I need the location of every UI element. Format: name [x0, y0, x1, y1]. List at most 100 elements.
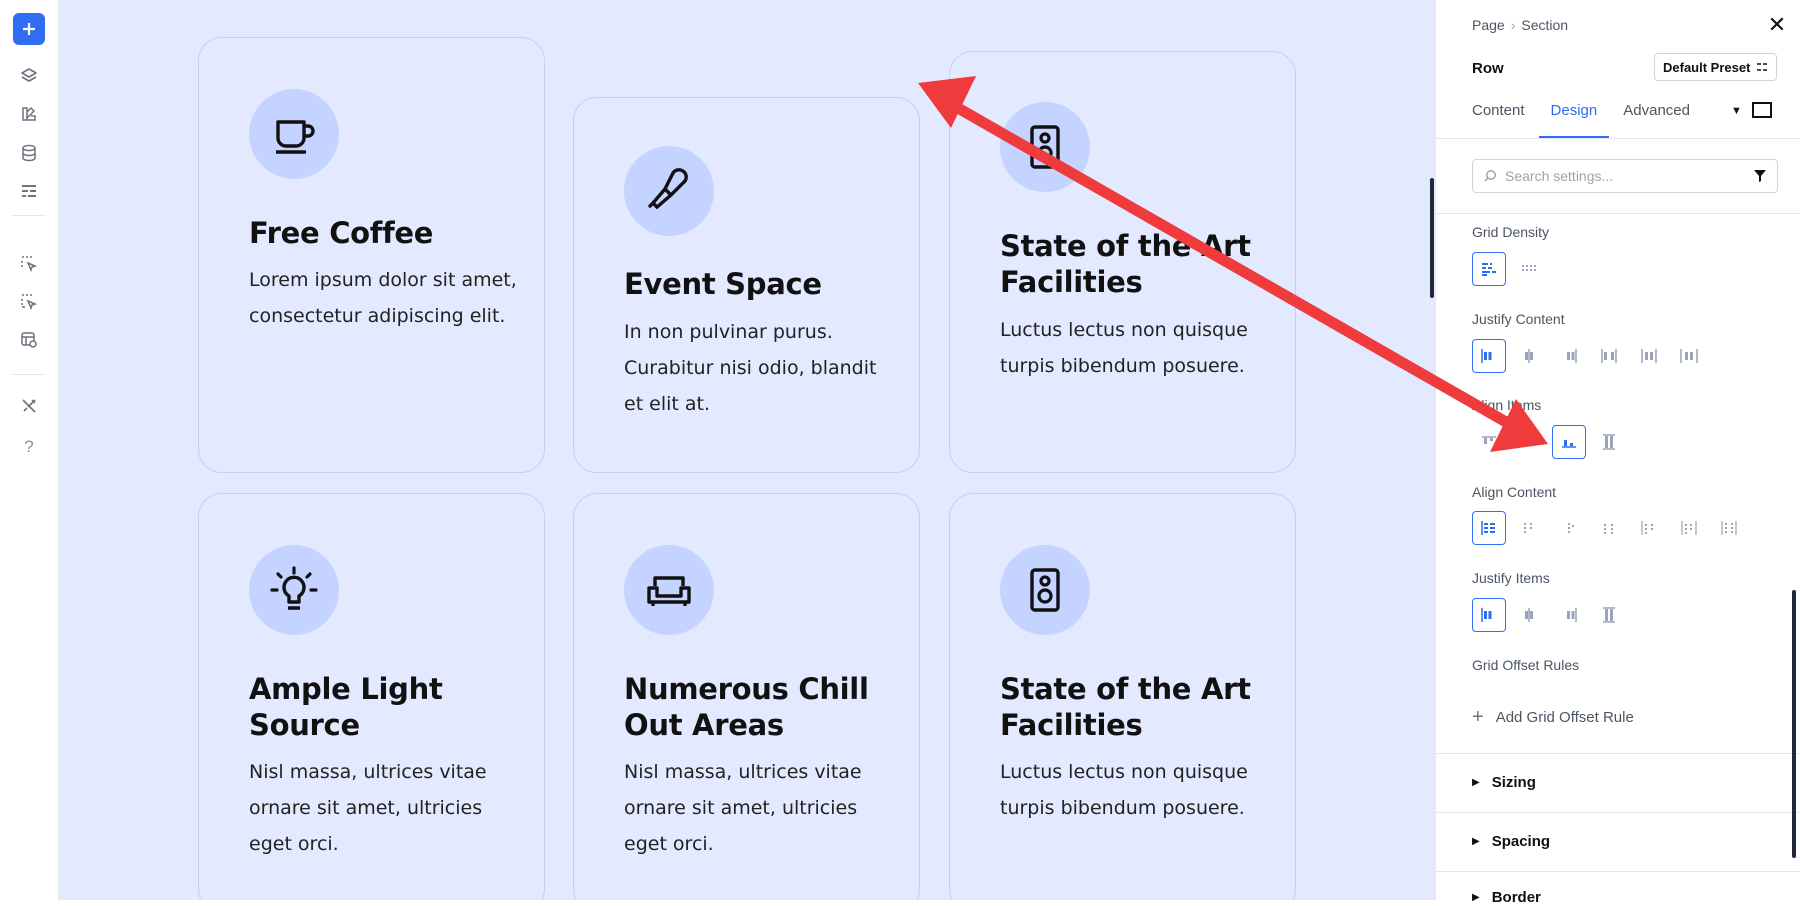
feature-card[interactable]: Numerous Chill Out Areas Nisl massa, ult… [573, 493, 920, 900]
align-items-option[interactable] [1472, 425, 1506, 459]
divider [1436, 871, 1800, 872]
justify-content-option[interactable] [1592, 339, 1626, 373]
card-icon-circle [624, 545, 714, 635]
justify-around-icon [1641, 349, 1657, 363]
section-label: Sizing [1491, 774, 1536, 791]
align-start-icon [1482, 436, 1496, 444]
divider [1436, 213, 1800, 214]
density-compact-icon [1482, 263, 1496, 276]
tab-content[interactable]: Content [1472, 100, 1525, 138]
section-toggle-sizing[interactable]: ▶ Sizing [1472, 774, 1536, 791]
add-button[interactable] [13, 13, 45, 45]
section-toggle-border[interactable]: ▶ Border [1472, 889, 1541, 906]
grid-density-options [1472, 252, 1546, 286]
tools-button[interactable] [13, 390, 45, 422]
add-grid-offset-rule-label: Add Grid Offset Rule [1495, 709, 1634, 726]
align-content-option[interactable] [1472, 511, 1506, 545]
add-grid-offset-rule-button[interactable]: + Add Grid Offset Rule [1472, 706, 1634, 729]
justify-content-option[interactable] [1672, 339, 1706, 373]
section-toggle-spacing[interactable]: ▶ Spacing [1472, 833, 1550, 850]
justify-items-start-icon [1481, 608, 1492, 622]
justify-content-option[interactable] [1512, 339, 1546, 373]
align-content-option[interactable] [1592, 511, 1626, 545]
align-content-option[interactable] [1672, 511, 1706, 545]
tools-icon [22, 399, 36, 413]
align-items-option[interactable] [1592, 425, 1626, 459]
align-content-label: Align Content [1472, 484, 1557, 500]
justify-items-stretch-icon [1603, 607, 1615, 623]
database-button[interactable] [13, 137, 45, 169]
divider [1436, 753, 1800, 754]
tab-dropdown-icon[interactable]: ▼ [1731, 105, 1742, 117]
tab-design[interactable]: Design [1538, 100, 1609, 138]
justify-items-center-icon [1525, 608, 1533, 622]
divider [1436, 138, 1800, 139]
help-button[interactable]: ? [13, 431, 45, 463]
card-body: Nisl massa, ultrices vitae ornare sit am… [624, 761, 862, 855]
align-items-options [1472, 425, 1626, 459]
card-title: Ample Light Source [249, 672, 443, 742]
preview-icon [21, 332, 37, 348]
preview-button[interactable] [13, 324, 45, 356]
justify-content-option[interactable] [1472, 339, 1506, 373]
align-content-options [1472, 511, 1746, 545]
justify-items-option[interactable] [1472, 598, 1506, 632]
caret-right-icon: ▶ [1472, 836, 1480, 847]
justify-items-option[interactable] [1512, 598, 1546, 632]
search-input[interactable] [1503, 167, 1747, 185]
help-icon: ? [24, 437, 34, 456]
grid-density-label: Grid Density [1472, 224, 1550, 240]
database-icon [22, 144, 36, 162]
justify-content-option[interactable] [1552, 339, 1586, 373]
breadcrumb-section[interactable]: Section [1521, 17, 1568, 33]
layout-button[interactable] [13, 175, 45, 207]
canvas-scrollbar[interactable] [1430, 178, 1434, 298]
align-content-option[interactable] [1712, 511, 1746, 545]
feature-card[interactable]: State of the Art Facilities Luctus lectu… [949, 493, 1296, 900]
feature-card[interactable]: Free Coffee Lorem ipsum dolor sit amet, … [198, 37, 545, 473]
grid-density-option[interactable] [1512, 252, 1546, 286]
align-content-center-icon [1524, 523, 1532, 533]
multi-select-button[interactable] [13, 286, 45, 318]
feature-card[interactable]: Ample Light Source Nisl massa, ultrices … [198, 493, 545, 900]
microphone-icon [648, 168, 688, 210]
section-label: Border [1491, 889, 1541, 906]
panel-scrollbar[interactable] [1792, 590, 1796, 858]
justify-content-option[interactable] [1632, 339, 1666, 373]
close-icon[interactable]: ✕ [1766, 14, 1788, 36]
tab-advanced[interactable]: Advanced [1623, 100, 1690, 138]
card-icon-circle [249, 545, 339, 635]
align-content-option[interactable] [1552, 511, 1586, 545]
preset-button[interactable]: Default Preset [1654, 53, 1778, 81]
search-icon [1484, 170, 1496, 182]
settings-search[interactable] [1472, 159, 1778, 193]
justify-content-options [1472, 339, 1706, 373]
sofa-icon [647, 576, 691, 606]
filter-icon[interactable] [1753, 169, 1767, 183]
align-content-option[interactable] [1512, 511, 1546, 545]
justify-items-option[interactable] [1552, 598, 1586, 632]
feature-card[interactable]: Event Space In non pulvinar purus. Curab… [573, 97, 920, 473]
align-content-start-icon [1481, 521, 1495, 535]
justify-items-option[interactable] [1592, 598, 1626, 632]
caret-right-icon: ▶ [1472, 777, 1480, 788]
feature-card[interactable]: State of the Art Facilities Luctus lectu… [949, 51, 1296, 473]
divider [1436, 812, 1800, 813]
select-button[interactable] [13, 248, 45, 280]
breadcrumb-page[interactable]: Page [1472, 17, 1505, 33]
design-library-button[interactable] [13, 98, 45, 130]
align-items-option[interactable] [1552, 425, 1586, 459]
multi-select-icon [21, 294, 38, 311]
left-toolbar: ? [0, 0, 59, 900]
justify-items-label: Justify Items [1472, 570, 1550, 586]
view-toggle-icon[interactable] [1752, 102, 1772, 118]
coffee-cup-icon [276, 120, 315, 154]
element-label: Row [1472, 60, 1504, 77]
toolbar-divider [12, 215, 46, 216]
builder-canvas[interactable]: Free Coffee Lorem ipsum dolor sit amet, … [59, 0, 1435, 900]
grid-density-option[interactable] [1472, 252, 1506, 286]
align-content-option[interactable] [1632, 511, 1666, 545]
align-items-option[interactable] [1512, 425, 1546, 459]
align-stretch-icon [1603, 434, 1615, 450]
layers-button[interactable] [13, 60, 45, 92]
